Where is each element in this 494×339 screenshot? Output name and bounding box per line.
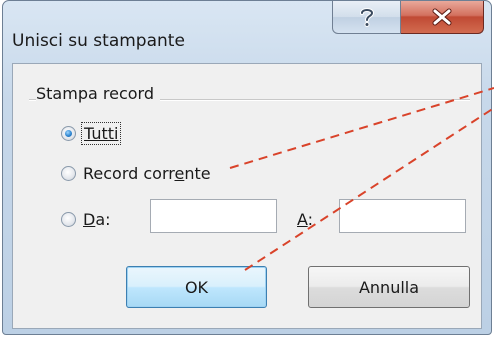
group-label-print-records: Stampa record — [36, 84, 160, 103]
caption-buttons — [332, 1, 484, 36]
dialog-body: Stampa record Tutti Record corrente Da: … — [12, 63, 482, 329]
help-icon — [359, 8, 374, 27]
ok-button[interactable]: OK — [126, 266, 267, 308]
option-range-label: Da: — [83, 210, 111, 229]
option-range-row[interactable]: Da: — [61, 210, 111, 229]
radio-current-record[interactable] — [61, 166, 76, 181]
radio-range[interactable] — [61, 212, 76, 227]
to-field-label: A: — [297, 210, 314, 229]
close-button[interactable] — [401, 1, 484, 34]
close-icon — [432, 8, 452, 26]
dialog-title: Unisci su stampante — [12, 31, 185, 51]
cancel-button[interactable]: Annulla — [308, 266, 470, 308]
option-current-row[interactable]: Record corrente — [61, 164, 211, 183]
from-record-input[interactable] — [150, 199, 277, 233]
option-all-label: Tutti — [80, 122, 122, 145]
screenshot-stage: Unisci su stampante Stampa record Tutti … — [0, 0, 494, 339]
to-record-input[interactable] — [339, 199, 466, 233]
help-button[interactable] — [332, 1, 401, 34]
radio-all[interactable] — [61, 126, 76, 141]
title-bar: Unisci su stampante — [3, 1, 491, 63]
print-merge-dialog: Unisci su stampante Stampa record Tutti … — [2, 0, 492, 335]
option-all-row[interactable]: Tutti — [61, 122, 122, 145]
option-current-label: Record corrente — [83, 164, 211, 183]
